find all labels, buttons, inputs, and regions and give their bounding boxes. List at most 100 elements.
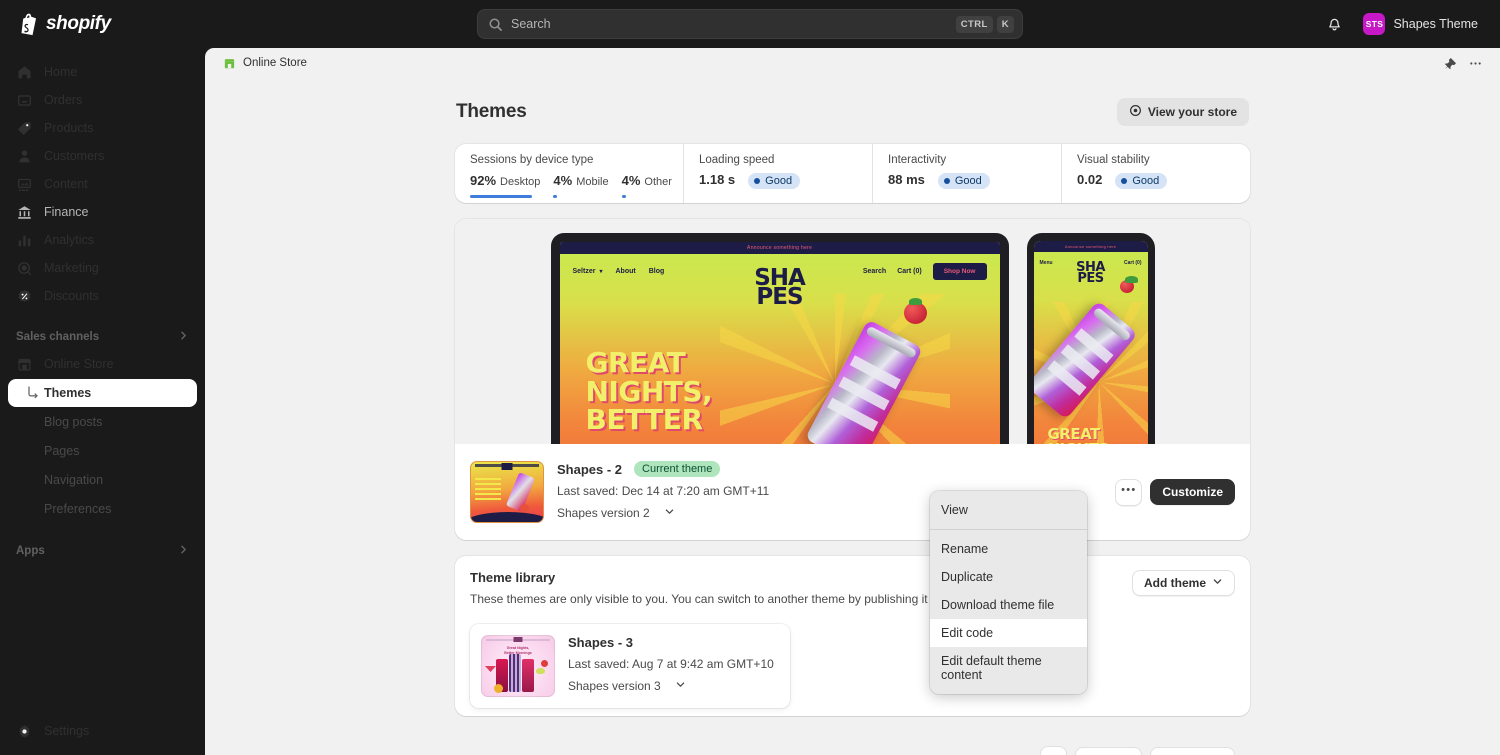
theme-name-row: Shapes - 3 [568, 635, 779, 650]
announcement-bar: Announce something here [559, 242, 1000, 254]
breadcrumb-bar: Online Store [205, 48, 1500, 78]
sidebar-subitem-label: Blog posts [44, 415, 103, 429]
current-theme-card: Announce something here Seltzer ▾ About … [455, 219, 1250, 540]
theme-library-title: Theme library [470, 570, 556, 585]
theme-library-card: Theme library These themes are only visi… [455, 556, 1250, 755]
theme-more-button[interactable]: ••• [1039, 746, 1067, 755]
storefront-preview-mobile: Menu Cart (0) SHA PES GREAT [1033, 252, 1148, 444]
hero-headline: GREAT NIGHTS, BETTER [585, 346, 713, 437]
theme-info: Shapes - 3 Last saved: Aug 7 at 9:42 am … [568, 635, 779, 695]
sidebar-item-blog-posts[interactable]: Blog posts [8, 408, 197, 436]
bar-chart-icon [16, 232, 33, 249]
person-icon [16, 148, 33, 165]
menu-item-edit-default-theme-content[interactable]: Edit default theme content [930, 647, 1087, 689]
sidebar-item-label: Customers [44, 149, 105, 163]
sidebar-section-sales-channels[interactable]: Sales channels [8, 324, 197, 350]
store-menu-link: Menu [1039, 260, 1053, 266]
search-kbd-k: K [996, 15, 1014, 33]
raspberry-image [903, 298, 927, 324]
sidebar-section-apps[interactable]: Apps [8, 538, 197, 564]
sidebar-item-themes[interactable]: Themes [8, 379, 197, 407]
sidebar-item-orders[interactable]: Orders [8, 86, 197, 114]
sidebar-item-analytics[interactable]: Analytics [8, 226, 197, 254]
desktop-preview[interactable]: Announce something here Seltzer ▾ About … [550, 233, 1009, 444]
status-badge: Good [937, 173, 990, 189]
sidebar-item-label: Discounts [44, 289, 99, 303]
current-theme-more-button[interactable]: ••• [1115, 478, 1143, 506]
shopify-logo[interactable]: shopify [18, 13, 111, 36]
device-label: Desktop [500, 176, 541, 188]
sidebar-item-settings[interactable]: Settings [8, 717, 197, 745]
status-label: Good [1132, 175, 1160, 187]
theme-thumbnail: Great Nights, Better Mornings [481, 635, 555, 697]
theme-name: Shapes - 2 [557, 461, 623, 477]
menu-item-download-theme-file[interactable]: Download theme file [930, 591, 1087, 619]
storefront-preview: Seltzer ▾ About Blog Search Cart (0) Sho… [559, 254, 1000, 444]
customize-label: Customize [1162, 485, 1223, 499]
gear-icon [16, 723, 33, 740]
orders-inbox-icon [16, 92, 33, 109]
menu-item-duplicate[interactable]: Duplicate [930, 563, 1087, 591]
theme-thumbnail [470, 461, 544, 523]
sidebar-item-preferences[interactable]: Preferences [8, 495, 197, 523]
sidebar-item-discounts[interactable]: Discounts [8, 282, 197, 310]
laptop-bezel: Announce something here Seltzer ▾ About … [550, 233, 1009, 444]
status-label: Good [765, 175, 793, 187]
store-nav-about: About [615, 268, 636, 275]
menu-item-edit-code[interactable]: Edit code [930, 619, 1087, 647]
account-menu-button[interactable]: STS Shapes Theme [1359, 9, 1486, 39]
desktop-screen: Announce something here Seltzer ▾ About … [559, 242, 1000, 444]
sidebar-section-label: Sales channels [16, 331, 100, 343]
theme-name-row: Shapes - 2 Current theme [557, 461, 1102, 477]
metric-title: Interactivity [888, 154, 947, 166]
theme-context-menu: View Rename Duplicate Download theme fil… [930, 491, 1087, 694]
breadcrumb[interactable]: Online Store [217, 53, 313, 74]
sidebar-item-label: Analytics [44, 233, 95, 247]
sidebar-item-products[interactable]: Products [8, 114, 197, 142]
current-theme-customize-button[interactable]: Customize [1150, 479, 1235, 505]
bell-icon[interactable] [1319, 9, 1349, 39]
metric-title: Visual stability [1077, 154, 1150, 166]
sidebar-item-home[interactable]: Home [8, 58, 197, 86]
metric-visual-stability: Visual stability 0.02 Good [1061, 144, 1250, 203]
device-label: Mobile [576, 176, 609, 188]
menu-separator [930, 529, 1087, 530]
menu-item-view[interactable]: View [930, 496, 1087, 524]
sidebar-item-navigation[interactable]: Navigation [8, 466, 197, 494]
add-theme-button[interactable]: Add theme [1131, 570, 1235, 596]
metric-interactivity: Interactivity 88 ms Good [872, 144, 1061, 203]
current-theme-actions: ••• Customize [1115, 478, 1235, 506]
publish-button[interactable]: Publish [1074, 746, 1143, 755]
sidebar-item-online-store[interactable]: Online Store [8, 350, 197, 378]
sidebar-item-content[interactable]: Content [8, 170, 197, 198]
sidebar-item-customers[interactable]: Customers [8, 142, 197, 170]
store-logo-line2: PES [756, 283, 803, 310]
metric-value: 1.18 s [699, 172, 736, 187]
chevron-down-icon [675, 679, 686, 693]
sidebar-subitem-label: Preferences [44, 502, 112, 516]
view-your-store-button[interactable]: View your store [1116, 98, 1249, 126]
menu-item-rename[interactable]: Rename [930, 535, 1087, 563]
search-input[interactable]: Search CTRL K [477, 9, 1023, 39]
sidebar-item-label: Home [44, 65, 78, 79]
account-name: Shapes Theme [1393, 17, 1478, 31]
store-search-link: Search [862, 268, 887, 275]
tree-elbow-icon [27, 386, 40, 399]
customize-button[interactable]: Customize [1150, 746, 1235, 755]
sidebar-item-pages[interactable]: Pages [8, 437, 197, 465]
sidebar-item-label: Orders [44, 93, 83, 107]
store-cart-link-wrap: Cart (0) [1124, 260, 1142, 266]
theme-version-selector[interactable]: Shapes version 2 [557, 506, 675, 520]
mobile-preview[interactable]: Announce something here Menu Cart (0) SH… [1026, 233, 1155, 444]
pin-icon[interactable] [1438, 52, 1460, 74]
ellipsis-icon[interactable] [1464, 52, 1486, 74]
store-nav-blog: Blog [648, 268, 665, 275]
theme-version-selector[interactable]: Shapes version 3 [568, 679, 686, 693]
status-dot [754, 178, 761, 184]
metric-value-row: 1.18 s Good [699, 172, 872, 189]
theme-list-item[interactable]: Great Nights, Better Mornings Shapes - 3… [470, 624, 790, 708]
sidebar-item-finance[interactable]: Finance [8, 198, 197, 226]
sidebar-item-marketing[interactable]: Marketing [8, 254, 197, 282]
theme-version-label: Shapes version 3 [568, 679, 661, 693]
store-logo: SHA PES [754, 267, 806, 310]
